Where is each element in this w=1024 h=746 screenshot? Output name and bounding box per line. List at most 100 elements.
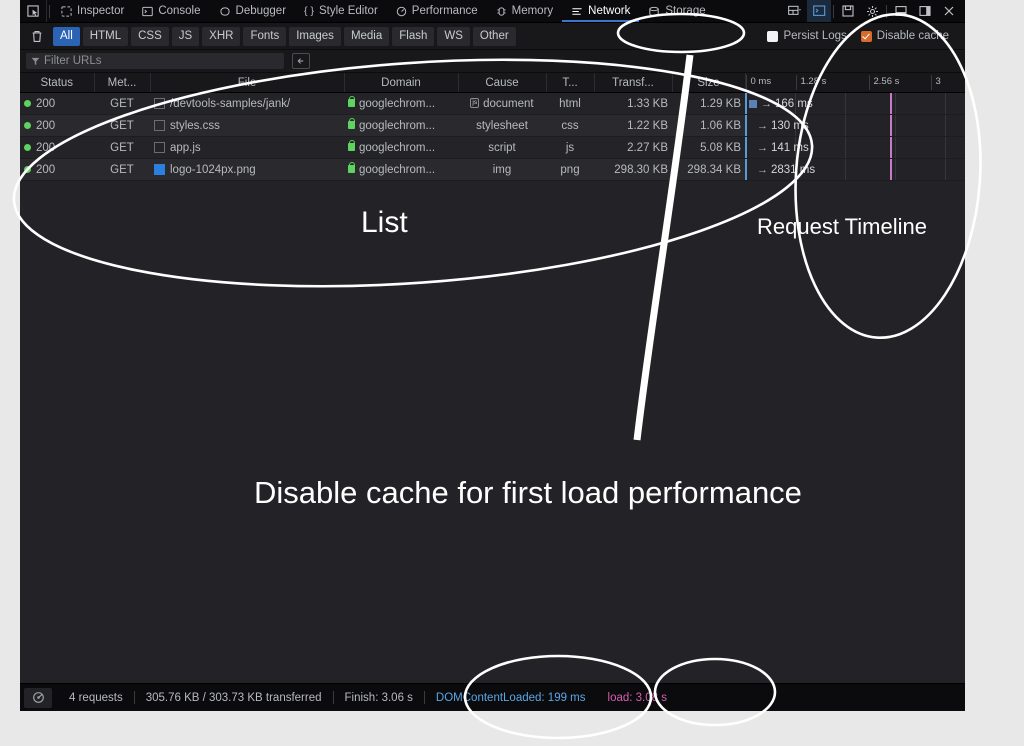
column-header-cause[interactable]: Cause xyxy=(458,73,547,93)
save-icon[interactable] xyxy=(836,0,860,22)
column-header-size[interactable]: Size xyxy=(672,73,746,93)
tab-label: Network xyxy=(588,5,631,17)
filter-chip-images[interactable]: Images xyxy=(289,26,341,46)
table-header-row: Status Met... File Domain Cause T... Tra… xyxy=(20,73,965,93)
tab-label: Style Editor xyxy=(318,5,378,17)
disable-cache-label: Disable cache xyxy=(876,30,949,42)
tab-style-editor[interactable]: { } Style Editor xyxy=(295,0,387,22)
tab-label: Memory xyxy=(511,5,554,17)
cell-size: 1.29 KB xyxy=(672,92,745,115)
toolbar-divider xyxy=(833,4,834,18)
persist-logs-toggle[interactable]: Persist Logs xyxy=(767,30,847,42)
timing-label: 141 ms xyxy=(771,141,809,154)
filter-toggles: Persist Logs Disable cache xyxy=(767,30,959,42)
storage-icon xyxy=(649,6,660,16)
status-dot-icon xyxy=(24,143,31,151)
document-file-icon xyxy=(154,141,165,153)
network-request-table: Status Met... File Domain Cause T... Tra… xyxy=(20,73,965,181)
active-tab-indicator xyxy=(562,20,640,22)
filter-chip-other[interactable]: Other xyxy=(472,26,516,46)
document-file-icon xyxy=(154,97,165,109)
table-row[interactable]: 200 GET styles.css googlechrom... styles… xyxy=(20,114,965,137)
filter-chip-xhr[interactable]: XHR xyxy=(202,26,241,46)
ruler-tick: 0 ms xyxy=(745,75,771,90)
tab-storage[interactable]: Storage xyxy=(639,0,714,22)
cell-size: 1.06 KB xyxy=(672,114,745,137)
cell-size: 5.08 KB xyxy=(672,136,745,159)
tab-network[interactable]: Network xyxy=(562,0,640,22)
table-row[interactable]: 200 GET /devtools-samples/jank/ googlech… xyxy=(20,92,965,115)
settings-gear-icon[interactable] xyxy=(860,0,884,22)
status-dot-icon xyxy=(24,99,31,107)
trash-icon[interactable] xyxy=(26,26,48,46)
dock-side-icon[interactable] xyxy=(913,0,937,22)
responsive-design-mode-icon[interactable] xyxy=(783,0,807,22)
close-icon[interactable] xyxy=(937,0,961,22)
transfer-size: 305.76 KB / 303.73 KB transferred xyxy=(145,691,322,704)
cell-transferred: 298.30 KB xyxy=(594,158,672,181)
tab-inspector[interactable]: Inspector xyxy=(52,0,133,22)
split-console-icon[interactable] xyxy=(807,0,831,22)
devtools-toolbar-actions xyxy=(783,0,965,22)
filter-chip-all[interactable]: All xyxy=(53,26,80,46)
filter-chip-js[interactable]: JS xyxy=(171,26,200,46)
devtools-toolbar: Inspector Console Debugger { } Style Edi… xyxy=(20,0,965,23)
cell-transferred: 2.27 KB xyxy=(594,136,672,159)
column-header-status[interactable]: Status xyxy=(20,73,95,93)
lock-icon xyxy=(348,140,356,152)
filter-chip-css[interactable]: CSS xyxy=(131,26,169,46)
console-icon xyxy=(142,6,154,16)
search-input[interactable]: Filter URLs xyxy=(26,53,284,69)
image-file-icon xyxy=(154,163,165,175)
devtools-panel: Inspector Console Debugger { } Style Edi… xyxy=(20,0,965,711)
cell-domain: googlechrom... xyxy=(344,158,458,181)
network-throttling-icon[interactable] xyxy=(24,687,52,708)
cell-method: GET xyxy=(94,158,150,181)
url-filter-row: Filter URLs xyxy=(20,50,965,73)
status-dot-icon xyxy=(24,165,31,173)
column-header-domain[interactable]: Domain xyxy=(344,73,459,93)
cell-transferred: 1.33 KB xyxy=(594,92,672,115)
persist-logs-checkbox[interactable] xyxy=(767,30,779,42)
tab-debugger[interactable]: Debugger xyxy=(210,0,296,22)
ruler-tick: 3 xyxy=(930,75,941,90)
cell-transferred: 1.22 KB xyxy=(594,114,672,137)
lock-icon xyxy=(348,118,356,130)
table-row[interactable]: 200 GET app.js googlechrom... script js … xyxy=(20,136,965,159)
cell-domain: googlechrom... xyxy=(344,136,458,159)
dom-content-loaded-time: DOMContentLoaded: 199 ms xyxy=(435,691,586,704)
tab-memory[interactable]: Memory xyxy=(487,0,563,22)
js-badge-icon: js xyxy=(470,98,480,109)
column-header-method[interactable]: Met... xyxy=(94,73,151,93)
filter-chip-fonts[interactable]: Fonts xyxy=(243,26,287,46)
cell-cause: img xyxy=(458,158,546,181)
table-row[interactable]: 200 GET logo-1024px.png googlechrom... i… xyxy=(20,158,965,181)
tab-label: Storage xyxy=(665,5,706,17)
element-picker-icon[interactable] xyxy=(20,0,47,22)
network-filter-toolbar: All HTML CSS JS XHR Fonts Images Media F… xyxy=(20,23,965,50)
timing-arrow-icon: → xyxy=(757,141,768,154)
timing-arrow-icon: → xyxy=(757,163,768,176)
tab-console[interactable]: Console xyxy=(133,0,209,22)
tab-label: Performance xyxy=(411,5,478,17)
filter-chip-media[interactable]: Media xyxy=(343,26,390,46)
tab-performance[interactable]: Performance xyxy=(387,0,487,22)
filter-chip-ws[interactable]: WS xyxy=(437,26,470,46)
filter-chip-html[interactable]: HTML xyxy=(82,26,129,46)
cell-type: png xyxy=(546,158,594,181)
cell-timeline: → 2831 ms xyxy=(745,158,965,181)
disable-cache-checkbox[interactable] xyxy=(860,30,872,42)
column-header-type[interactable]: T... xyxy=(546,73,595,93)
column-header-transferred[interactable]: Transf... xyxy=(594,73,673,93)
network-request-rows: 200 GET /devtools-samples/jank/ googlech… xyxy=(20,92,965,181)
column-header-file[interactable]: File xyxy=(150,73,345,93)
cell-type: html xyxy=(546,92,594,115)
expand-details-icon[interactable] xyxy=(292,53,310,69)
disable-cache-toggle[interactable]: Disable cache xyxy=(860,30,949,42)
filter-chip-flash[interactable]: Flash xyxy=(392,26,435,46)
debugger-icon xyxy=(219,6,230,16)
finish-time: Finish: 3.06 s xyxy=(344,691,413,704)
dock-bottom-icon[interactable] xyxy=(889,0,913,22)
network-icon xyxy=(572,7,582,15)
cell-status: 200 xyxy=(20,136,94,159)
